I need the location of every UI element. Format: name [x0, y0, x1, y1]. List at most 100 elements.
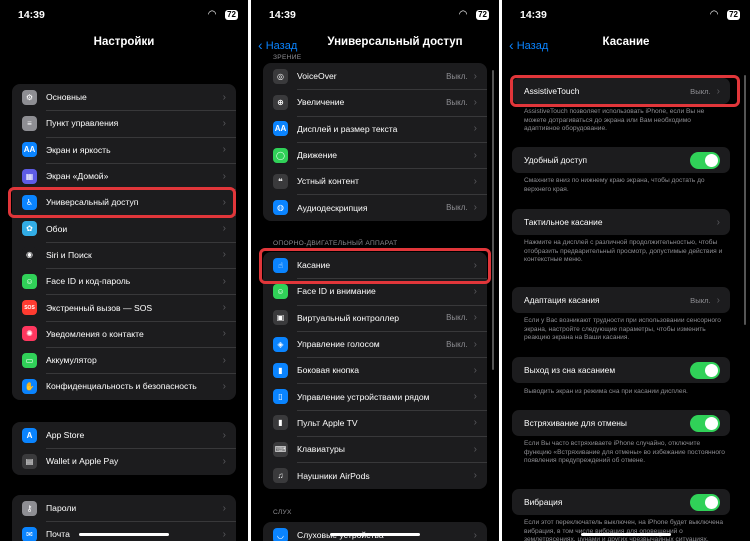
settings-item-row[interactable]: ▭ Аккумулятор ›: [12, 346, 236, 373]
row-label: Основные: [46, 92, 87, 103]
reachability-toggle[interactable]: [690, 151, 720, 169]
text-size-icon: AA: [273, 121, 288, 137]
accessibility-item-row[interactable]: ▮ Пульт Apple TV ›: [263, 409, 487, 436]
row-label: Виртуальный контроллер: [297, 312, 400, 323]
settings-item-row[interactable]: ☺ Face ID и код-пароль ›: [12, 268, 236, 294]
row-label: App Store: [46, 430, 85, 441]
row-label: Пароли: [46, 503, 77, 514]
keyboard-icon: ⌨: [273, 441, 288, 457]
page-title: Касание: [602, 36, 650, 48]
settings-item-row[interactable]: ✿ Обои ›: [12, 215, 236, 241]
settings-item-row[interactable]: ≡ Пункт управления ›: [12, 110, 236, 136]
accessibility-item-row[interactable]: ⌨ Клавиатуры ›: [263, 436, 487, 462]
row-label: Вибрация: [524, 497, 563, 507]
shake-to-undo-footer: Если Вы часто встряхиваете iPhone случай…: [524, 440, 725, 465]
accessibility-item-row[interactable]: ◯ Движение ›: [263, 141, 487, 168]
ear-icon: ◡: [273, 527, 288, 541]
chevron-right-icon: ›: [473, 417, 477, 429]
accessibility-item-row[interactable]: ▣ Виртуальный контроллер Выкл. ›: [263, 304, 487, 331]
shake-to-undo-row[interactable]: Встряхивание для отмены: [512, 410, 730, 436]
settings-item-row[interactable]: ✋ Конфиденциальность и безопасность ›: [12, 373, 236, 399]
chevron-right-icon: ›: [222, 354, 226, 366]
accessibility-item-row[interactable]: ◡Слуховые устройства›: [263, 522, 487, 541]
chevron-right-icon: ›: [222, 144, 226, 156]
accessibility-item-row[interactable]: ◍ Аудиодескрипция Выкл. ›: [263, 194, 487, 220]
chevron-right-icon: ›: [473, 338, 477, 350]
reachability-footer: Смахните вниз по нижнему краю экрана, чт…: [524, 177, 705, 193]
flower-icon: ✿: [22, 221, 37, 237]
settings-item-row[interactable]: ⚙ Основные ›: [12, 84, 236, 110]
row-label: Управление устройствами рядом: [297, 391, 430, 402]
row-label: Увеличение: [297, 97, 345, 108]
row-label: VoiceOver: [297, 71, 337, 82]
settings-item-row[interactable]: SOS Экстренный вызов — SOS ›: [12, 294, 236, 320]
chevron-right-icon: ›: [222, 223, 226, 235]
accessibility-item-row[interactable]: AA Дисплей и размер текста ›: [263, 115, 487, 142]
settings-item-row[interactable]: ◉ Siri и Поиск ›: [12, 241, 236, 268]
battery-icon: ▭: [22, 352, 37, 368]
motor-group: ☝ Касание › ☺ Face ID и внимание › ▣ Виртуальны…: [263, 252, 487, 489]
row-value: Выкл.: [446, 71, 468, 81]
accessibility-item-row[interactable]: ▯ Управление устройствами рядом ›: [263, 383, 487, 409]
scrollbar[interactable]: [492, 70, 494, 370]
hand-icon: ✋: [22, 378, 37, 394]
settings-item-row[interactable]: ⚷ Пароли ›: [12, 495, 236, 521]
wifi-icon: ◠: [459, 9, 467, 20]
sos-icon: SOS: [22, 300, 37, 316]
touch-screen: 14:39 ◠ 72 ‹ Назад Касание AssistiveTouc…: [502, 0, 750, 541]
vibration-row[interactable]: Вибрация: [512, 489, 730, 515]
row-label: Удобный доступ: [524, 155, 588, 165]
accessibility-item-row[interactable]: ◎ VoiceOver Выкл. ›: [263, 63, 487, 89]
vision-group: ◎ VoiceOver Выкл. › ⊕ Увеличение Выкл. › AA Диспл…: [263, 63, 487, 221]
settings-item-row[interactable]: ✉ Почта ›: [12, 521, 236, 541]
settings-item-row[interactable]: ✺ Уведомления о контакте ›: [12, 320, 236, 347]
chevron-right-icon: ›: [473, 175, 477, 187]
row-label: Встряхивание для отмены: [524, 418, 627, 428]
row-label: Пункт управления: [46, 118, 119, 129]
row-label: Конфиденциальность и безопасность: [46, 381, 197, 392]
page-title: Настройки: [93, 36, 155, 48]
row-label: Обои: [46, 223, 68, 234]
settings-item-row[interactable]: AA Экран и яркость ›: [12, 136, 236, 163]
shake-to-undo-toggle[interactable]: [690, 414, 720, 432]
chevron-right-icon: ›: [222, 170, 226, 182]
vibration-toggle[interactable]: [690, 493, 720, 511]
settings-item-row[interactable]: A App Store ›: [12, 422, 236, 448]
chevron-right-icon: ›: [473, 470, 477, 482]
accessibility-item-row[interactable]: ⊕ Увеличение Выкл. ›: [263, 89, 487, 115]
accessibility-item-row[interactable]: ◈ Управление голосом Выкл. ›: [263, 330, 487, 357]
accessibility-item-row[interactable]: ▮ Боковая кнопка ›: [263, 357, 487, 383]
settings-item-row[interactable]: ▤ Wallet и Apple Pay ›: [12, 448, 236, 474]
row-label: Аккумулятор: [46, 355, 97, 366]
accessibility-item-row[interactable]: ♫ Наушники AirPods ›: [263, 462, 487, 488]
touch-accommodations-row[interactable]: Адаптация касания Выкл. ›: [512, 287, 730, 313]
zoom-icon: ⊕: [273, 94, 288, 110]
settings-group-store: A App Store › ▤ Wallet и Apple Pay ›: [12, 422, 236, 475]
scrollbar[interactable]: [744, 75, 746, 325]
section-header-hearing: СЛУХ: [273, 509, 292, 516]
chevron-right-icon: ›: [473, 529, 477, 541]
tap-to-wake-row[interactable]: Выход из сна касанием: [512, 357, 730, 383]
haptic-touch-footer: Нажмите на дисплей с различной продолжит…: [524, 239, 723, 264]
battery-icon: 72: [476, 10, 489, 20]
voice-control-icon: ◈: [273, 336, 288, 352]
haptic-touch-row[interactable]: Тактильное касание ›: [512, 209, 730, 235]
touch-accommodations-footer: Если у Вас возникают трудности при испол…: [524, 317, 721, 342]
nav-bar: ‹ Назад Универсальный доступ: [251, 28, 499, 56]
chevron-right-icon: ›: [716, 216, 720, 228]
reachability-row[interactable]: Удобный доступ: [512, 147, 730, 173]
tap-to-wake-toggle[interactable]: [690, 361, 720, 379]
row-label: Экран и яркость: [46, 144, 111, 155]
home-indicator: [581, 533, 671, 536]
wallet-icon: ▤: [22, 453, 37, 469]
motion-icon: ◯: [273, 147, 288, 163]
settings-item-row[interactable]: ▦ Экран «Домой» ›: [12, 162, 236, 189]
accessibility-item-row[interactable]: ❝ Устный контент ›: [263, 168, 487, 194]
chevron-right-icon: ›: [222, 429, 226, 441]
exposure-icon: ✺: [22, 326, 37, 342]
highlight-frame: [8, 187, 236, 218]
settings-group-main: ⚙ Основные › ≡ Пункт управления › AA Экран и яр…: [12, 84, 236, 400]
switches-icon: ≡: [22, 115, 37, 131]
chevron-right-icon: ›: [473, 70, 477, 82]
row-label: Клавиатуры: [297, 444, 345, 455]
